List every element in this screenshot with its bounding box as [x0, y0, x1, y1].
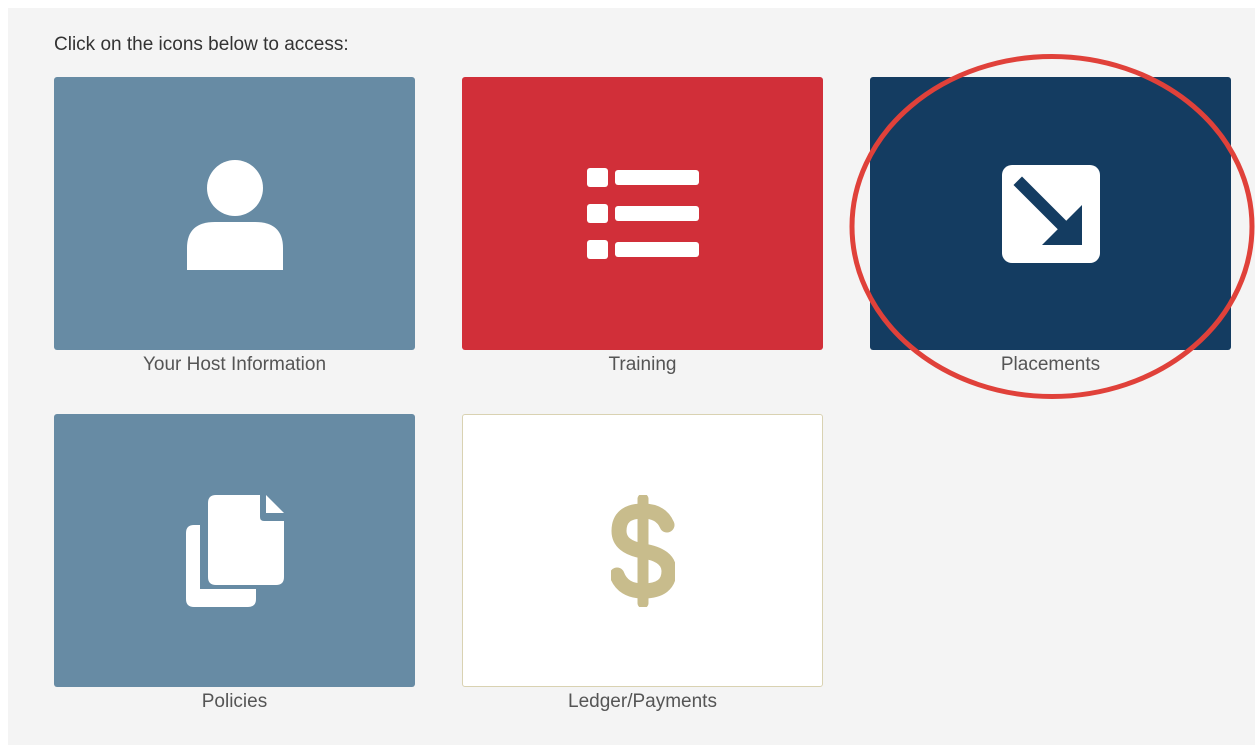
tile-policies[interactable]: Policies	[54, 414, 415, 713]
tile-your-host-information-box[interactable]	[54, 77, 415, 350]
list-icon	[586, 167, 699, 259]
tile-policies-label[interactable]: Policies	[54, 691, 415, 713]
tile-your-host-information[interactable]: Your Host Information	[54, 77, 415, 376]
tile-ledger-payments-label[interactable]: Ledger/Payments	[462, 691, 823, 713]
dollar-sign-icon	[610, 494, 675, 607]
tile-placements-label[interactable]: Placements	[870, 354, 1231, 376]
tile-your-host-information-label[interactable]: Your Host Information	[54, 354, 415, 376]
tile-ledger-payments[interactable]: Ledger/Payments	[462, 414, 823, 713]
copy-documents-icon	[185, 494, 284, 607]
tile-training-label[interactable]: Training	[462, 354, 823, 376]
tile-ledger-payments-box[interactable]	[462, 414, 823, 687]
tile-placements-box[interactable]	[870, 77, 1231, 350]
tile-policies-box[interactable]	[54, 414, 415, 687]
intro-text: Click on the icons below to access:	[54, 34, 349, 55]
tile-training-box[interactable]	[462, 77, 823, 350]
arrow-down-right-square-icon	[1001, 164, 1100, 263]
tile-placements[interactable]: Placements	[870, 77, 1231, 376]
user-icon	[186, 159, 283, 270]
tile-training[interactable]: Training	[462, 77, 823, 376]
